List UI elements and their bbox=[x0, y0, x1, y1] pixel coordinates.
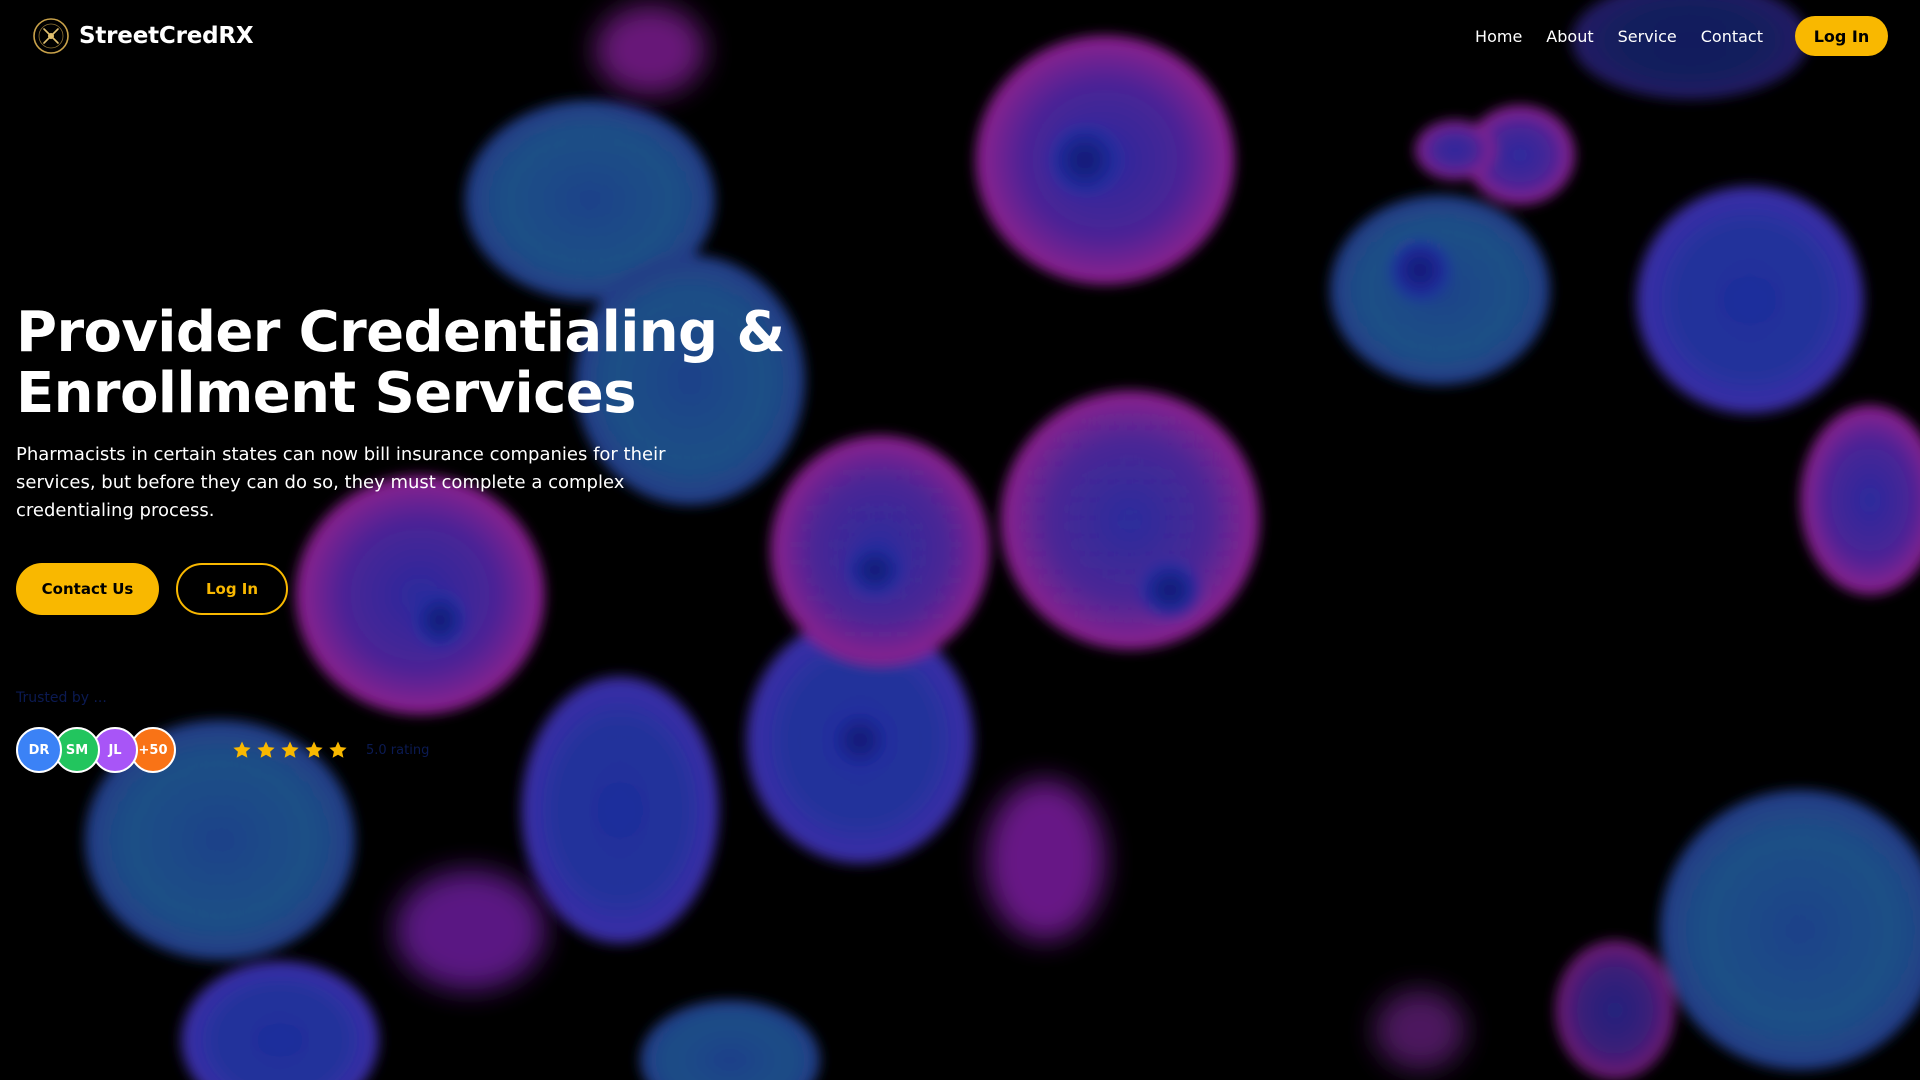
pill-emblem-icon bbox=[33, 18, 69, 54]
avatar: DR bbox=[16, 727, 62, 773]
nav-contact-link[interactable]: Contact bbox=[1701, 27, 1763, 46]
nav-home-link[interactable]: Home bbox=[1475, 27, 1522, 46]
hero-title: Provider Credentialing & Enrollment Serv… bbox=[16, 302, 836, 424]
site-header: StreetCredRX Home About Service Contact … bbox=[0, 0, 1920, 72]
brand-logo[interactable]: StreetCredRX bbox=[32, 16, 254, 56]
trusted-by-label: Trusted by ... bbox=[16, 690, 107, 706]
nav-about-link[interactable]: About bbox=[1546, 27, 1593, 46]
hero-description: Pharmacists in certain states can now bi… bbox=[16, 444, 666, 521]
landing-page: StreetCredRX Home About Service Contact … bbox=[0, 0, 1920, 1080]
star-icon bbox=[233, 741, 251, 758]
main-nav: Home About Service Contact Log In bbox=[1475, 16, 1888, 56]
brand-name: StreetCredRX bbox=[79, 23, 254, 49]
star-icon bbox=[305, 741, 323, 758]
header-login-button[interactable]: Log In bbox=[1795, 16, 1888, 56]
star-icon bbox=[281, 741, 299, 758]
hero-title-line2: Enrollment Services bbox=[16, 361, 636, 426]
social-proof: DR SM JL +50 5.0 rating bbox=[16, 727, 429, 773]
contact-us-button[interactable]: Contact Us bbox=[16, 563, 159, 615]
nav-service-link[interactable]: Service bbox=[1618, 27, 1677, 46]
star-icon bbox=[329, 741, 347, 758]
star-icon bbox=[257, 741, 275, 758]
hero-actions: Contact Us Log In bbox=[16, 563, 836, 615]
hero-login-button[interactable]: Log In bbox=[176, 563, 288, 615]
rating-stars bbox=[232, 740, 352, 760]
avatar-group: DR SM JL +50 bbox=[16, 727, 176, 773]
hero-title-line1: Provider Credentialing & bbox=[16, 300, 785, 365]
rating-text: 5.0 rating bbox=[366, 742, 430, 758]
hero-section: Provider Credentialing & Enrollment Serv… bbox=[16, 302, 836, 615]
